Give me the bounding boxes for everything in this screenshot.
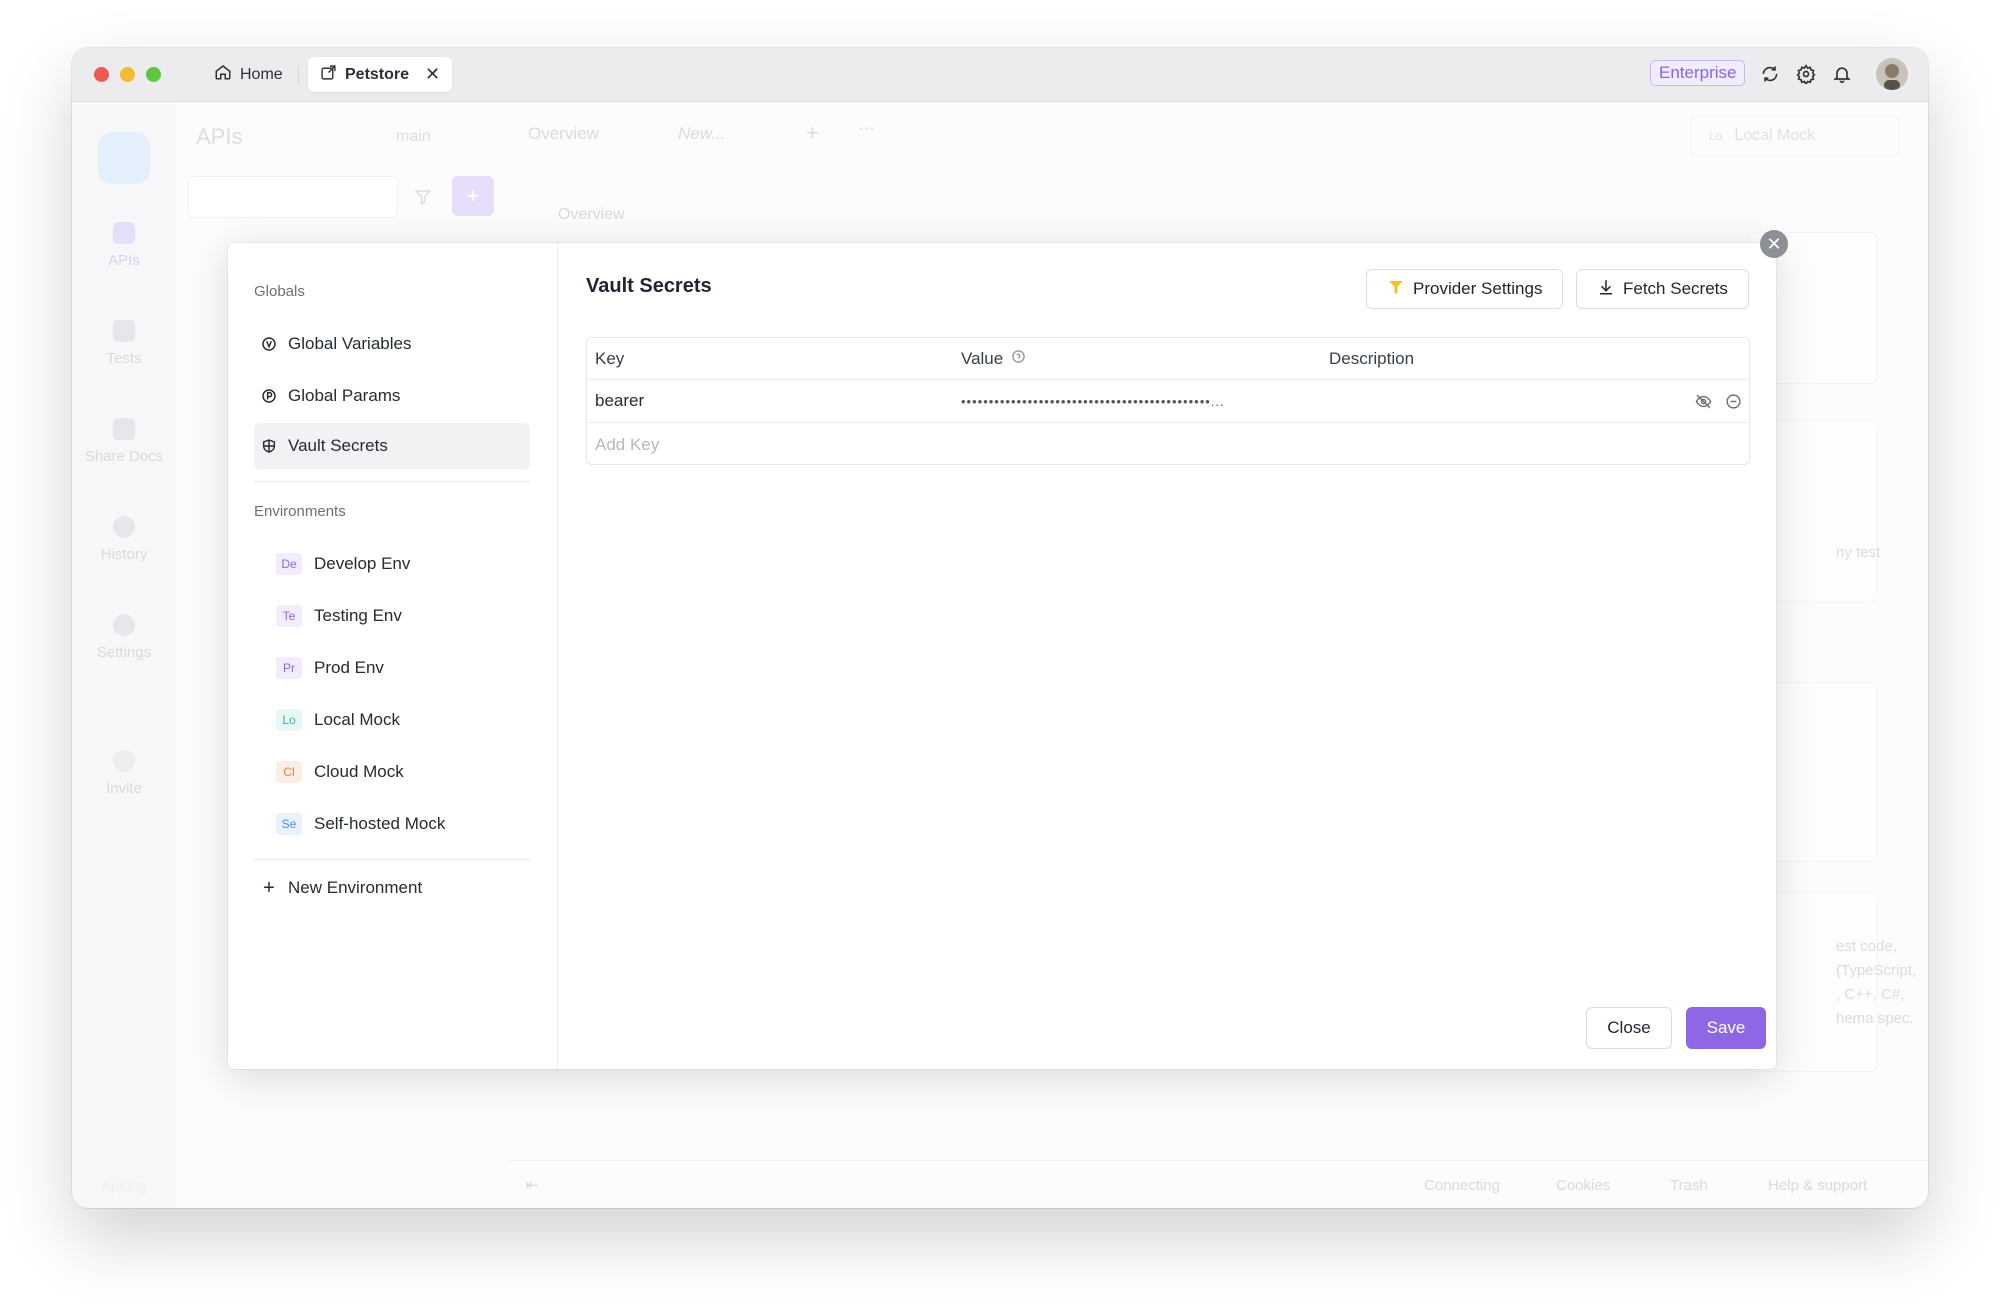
settings-modal: Globals Global Variables Global Params V…	[228, 243, 1776, 1069]
sidebar-item-local-mock[interactable]: Lo Local Mock	[254, 697, 530, 743]
sidebar-item-label: Cloud Mock	[314, 762, 404, 781]
column-header-key: Key	[595, 348, 625, 368]
sidebar-item-global-params[interactable]: Global Params	[254, 373, 530, 419]
help-icon[interactable]	[1011, 349, 1026, 369]
new-environment-label: New Environment	[288, 878, 423, 897]
sidebar-item-label: Prod Env	[314, 658, 384, 677]
sidebar-item-self-hosted-mock[interactable]: Se Self-hosted Mock	[254, 801, 530, 847]
fetch-secrets-button[interactable]: Fetch Secrets	[1576, 269, 1749, 309]
close-modal-icon[interactable]: ✕	[1760, 230, 1788, 258]
divider	[254, 481, 530, 482]
env-badge: Pr	[276, 657, 302, 679]
modal-sidebar: Globals Global Variables Global Params V…	[228, 243, 558, 1069]
eye-off-icon[interactable]	[1695, 380, 1712, 422]
sidebar-item-label: Develop Env	[314, 554, 411, 573]
sidebar-item-label: Testing Env	[314, 606, 402, 625]
tab-label: Home	[240, 65, 283, 83]
minimize-window-button[interactable]	[120, 67, 135, 82]
globals-section-label: Globals	[254, 283, 305, 300]
tab-divider	[298, 66, 299, 84]
shield-icon	[260, 437, 278, 455]
new-environment-button[interactable]: + New Environment	[254, 865, 530, 911]
maximize-window-button[interactable]	[146, 67, 161, 82]
value-cell[interactable]: ••••••••••••••••••••••••••••••••••••••••…	[961, 380, 1317, 422]
sidebar-item-prod-env[interactable]: Pr Prod Env	[254, 645, 530, 691]
page-title: Vault Secrets	[586, 275, 712, 297]
funnel-icon	[1387, 278, 1405, 301]
external-link-icon	[320, 64, 337, 86]
enterprise-badge[interactable]: Enterprise	[1650, 60, 1746, 86]
env-badge: Cl	[276, 761, 302, 783]
home-icon	[214, 63, 232, 86]
sidebar-item-develop-env[interactable]: De Develop Env	[254, 541, 530, 587]
close-tab-icon[interactable]: ✕	[425, 64, 440, 85]
sidebar-item-testing-env[interactable]: Te Testing Env	[254, 593, 530, 639]
avatar[interactable]	[1876, 58, 1908, 90]
download-icon	[1597, 278, 1615, 301]
table-row: bearer •••••••••••••••••••••••••••••••••…	[587, 380, 1749, 423]
variable-icon	[260, 335, 278, 353]
tab-home[interactable]: Home	[202, 57, 295, 92]
add-key-row: Add Key	[587, 423, 1749, 464]
table-header-row: Key Value Description	[587, 338, 1749, 380]
env-badge: Te	[276, 605, 302, 627]
title-bar: Home Petstore ✕ Enterprise	[72, 48, 1928, 102]
sync-icon[interactable]	[1758, 62, 1782, 86]
fetch-secrets-label: Fetch Secrets	[1623, 279, 1728, 298]
divider	[254, 859, 530, 860]
environments-section-label: Environments	[254, 503, 346, 520]
gear-icon[interactable]	[1794, 62, 1818, 86]
params-icon	[260, 387, 278, 405]
bell-icon[interactable]	[1830, 62, 1854, 86]
modal-main: Vault Secrets Provider Settings Fetch Se…	[558, 243, 1776, 1069]
tab-label: Petstore	[345, 65, 410, 83]
close-button[interactable]: Close	[1586, 1007, 1672, 1049]
sidebar-item-label: Global Params	[288, 386, 401, 405]
column-header-value-label: Value	[961, 348, 1004, 368]
provider-settings-button[interactable]: Provider Settings	[1366, 269, 1564, 309]
secrets-table: Key Value Description bearer •••••••••••…	[586, 337, 1750, 465]
sidebar-item-label: Local Mock	[314, 710, 400, 729]
tab-petstore[interactable]: Petstore ✕	[308, 57, 453, 92]
save-button[interactable]: Save	[1686, 1007, 1766, 1049]
remove-row-icon[interactable]	[1725, 380, 1742, 422]
column-header-description: Description	[1329, 348, 1415, 368]
add-key-input[interactable]: Add Key	[595, 423, 659, 464]
sidebar-item-vault-secrets[interactable]: Vault Secrets	[254, 423, 530, 469]
sidebar-item-global-variables[interactable]: Global Variables	[254, 321, 530, 367]
close-window-button[interactable]	[94, 67, 109, 82]
sidebar-item-cloud-mock[interactable]: Cl Cloud Mock	[254, 749, 530, 795]
column-header-value: Value	[961, 338, 1026, 379]
provider-settings-label: Provider Settings	[1413, 279, 1543, 298]
env-badge: De	[276, 553, 302, 575]
sidebar-item-label: Global Variables	[288, 334, 412, 353]
sidebar-item-label: Vault Secrets	[288, 436, 388, 455]
key-cell[interactable]: bearer	[595, 380, 644, 422]
env-badge: Lo	[276, 709, 302, 731]
sidebar-item-label: Self-hosted Mock	[314, 814, 446, 833]
plus-icon: +	[263, 876, 275, 899]
env-badge: Se	[276, 813, 302, 835]
